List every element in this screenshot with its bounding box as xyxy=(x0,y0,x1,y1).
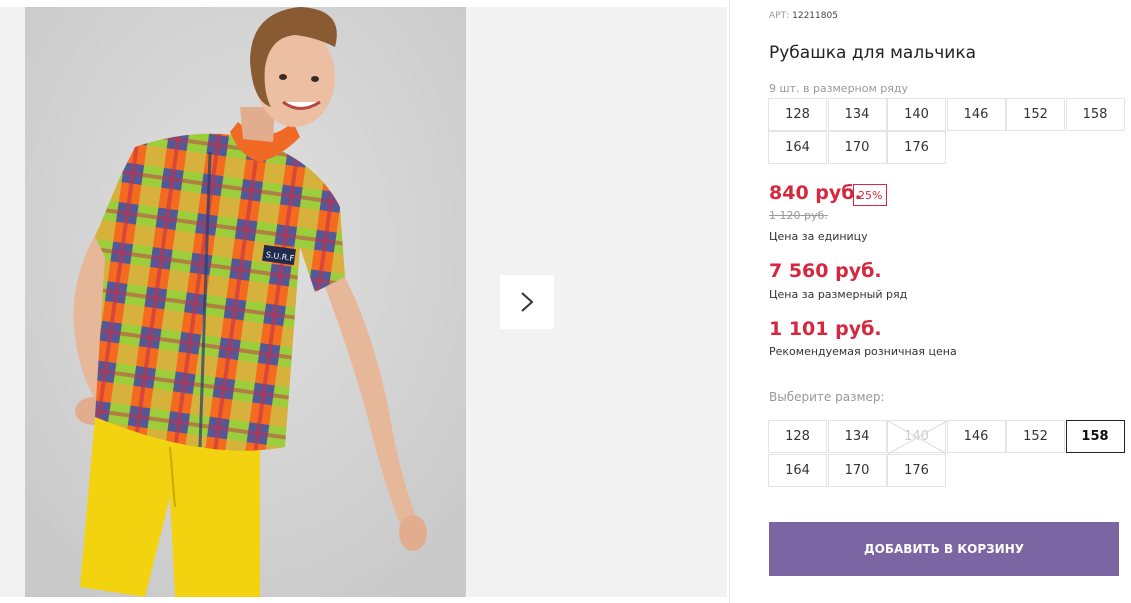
size-option[interactable]: 146 xyxy=(946,420,1006,453)
size-range-note: 9 шт. в размерном ряду xyxy=(769,82,908,95)
article-label: АРТ: xyxy=(769,11,790,21)
product-illustration: S.U.R.F xyxy=(25,7,466,597)
choose-size-label: Выберите размер: xyxy=(769,390,885,404)
crossed-out-icon xyxy=(888,421,947,454)
range-size-cell: 176 xyxy=(887,131,946,164)
size-option[interactable]: 134 xyxy=(827,420,887,453)
discount-badge: 25% xyxy=(853,184,888,206)
range-size-cell: 134 xyxy=(827,98,887,131)
range-size-cell: 158 xyxy=(1065,98,1125,131)
range-size-cell: 170 xyxy=(827,131,887,164)
range-price: 7 560 руб. xyxy=(769,260,882,282)
size-option-selected[interactable]: 158 xyxy=(1065,420,1125,453)
old-price: 1 120 руб. xyxy=(769,209,828,222)
unit-price-label: Цена за единицу xyxy=(769,230,868,243)
article-number: 12211805 xyxy=(792,11,838,21)
gallery-next-button[interactable] xyxy=(500,275,554,329)
retail-price-label: Рекомендуемая розничная цена xyxy=(769,345,957,358)
range-price-label: Цена за размерный ряд xyxy=(769,288,908,301)
product-title: Рубашка для мальчика xyxy=(769,43,977,63)
retail-price: 1 101 руб. xyxy=(769,318,882,340)
range-size-cell: 152 xyxy=(1006,98,1065,131)
size-option[interactable]: 128 xyxy=(768,420,827,453)
article-line: АРТ: 12211805 xyxy=(769,11,838,21)
size-option[interactable]: 152 xyxy=(1006,420,1065,453)
range-size-cell: 140 xyxy=(887,98,946,131)
range-size-cell: 128 xyxy=(768,98,827,131)
range-size-cell: 164 xyxy=(768,131,827,164)
size-option[interactable]: 170 xyxy=(827,454,887,487)
size-option[interactable]: 176 xyxy=(887,454,946,487)
range-size-cell: 146 xyxy=(946,98,1006,131)
size-option-unavailable: 140 xyxy=(887,420,947,454)
product-gallery: S.U.R.F xyxy=(0,0,729,603)
product-photo: S.U.R.F xyxy=(25,7,466,597)
chevron-right-icon xyxy=(521,292,534,312)
panel-divider xyxy=(729,0,730,603)
size-option[interactable]: 164 xyxy=(768,454,827,487)
unit-price: 840 руб. xyxy=(769,182,862,204)
add-to-cart-button[interactable]: ДОБАВИТЬ В КОРЗИНУ xyxy=(769,522,1119,576)
